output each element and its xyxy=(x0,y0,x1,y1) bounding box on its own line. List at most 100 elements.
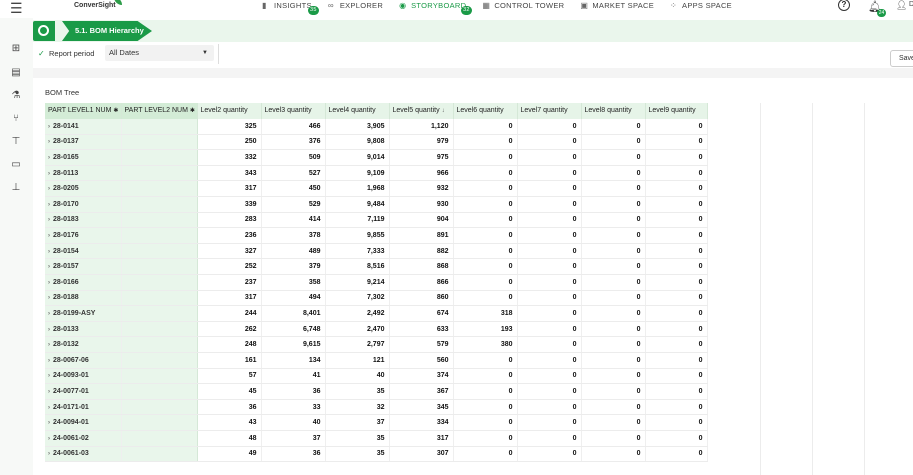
caret-down-icon: ▼ xyxy=(202,50,208,56)
expand-chevron-icon[interactable]: › xyxy=(48,389,50,395)
table-row[interactable]: › 24-0061-02 48 37 35 317 0 0 0 0 xyxy=(45,430,708,447)
expand-chevron-icon[interactable]: › xyxy=(48,155,50,161)
table-row[interactable]: › 28-0137 250 376 9,808 979 0 0 0 0 xyxy=(45,134,708,151)
table-row[interactable]: › 28-0132 248 9,615 2,797 579 380 0 0 0 xyxy=(45,336,708,353)
menu-icon[interactable]: ☰ xyxy=(10,1,23,15)
column-header-part-level2[interactable]: PART LEVEL2 NUM ✱ xyxy=(121,103,198,119)
table-row[interactable]: › 28-0141 325 466 3,905 1,120 0 0 0 0 xyxy=(45,118,708,135)
table-row[interactable]: › 28-0157 252 379 8,516 868 0 0 0 0 xyxy=(45,258,708,276)
part-level1-value: 24-0061-02 xyxy=(53,434,89,442)
expand-chevron-icon[interactable]: › xyxy=(48,373,50,379)
nav-storyboard[interactable]: ◉ STORYBOARD 32 xyxy=(399,0,472,15)
sort-down-icon[interactable]: ↓ xyxy=(442,108,445,114)
gear-icon[interactable]: ✱ xyxy=(113,108,118,114)
column-header-level9-quantity[interactable]: Level9 quantity xyxy=(645,103,708,119)
expand-chevron-icon[interactable]: › xyxy=(48,295,50,301)
column-header-level6-quantity[interactable]: Level6 quantity xyxy=(453,103,518,119)
quantity-cell: 379 xyxy=(261,258,326,276)
nav-insights[interactable]: ▮ INSIGHTS 35 xyxy=(262,0,319,15)
nav-market-space[interactable]: ▣ MARKET SPACE xyxy=(580,0,654,10)
expand-chevron-icon[interactable]: › xyxy=(48,451,50,457)
part-level1-value: 24-0094-01 xyxy=(53,419,89,427)
expand-chevron-icon[interactable]: › xyxy=(48,202,50,208)
quantity-cell: 0 xyxy=(517,446,582,463)
quantity-cell: 560 xyxy=(389,352,454,369)
expand-chevron-icon[interactable]: › xyxy=(48,249,50,255)
table-row[interactable]: › 28-0170 339 529 9,484 930 0 0 0 0 xyxy=(45,196,708,213)
help-icon[interactable]: ? xyxy=(838,0,850,11)
grid-line xyxy=(760,103,761,475)
monitor-icon[interactable]: ▭ xyxy=(10,159,22,171)
table-row[interactable]: › 28-0067-06 161 134 121 560 0 0 0 0 xyxy=(45,352,708,369)
brand-logo[interactable]: ConverSight xyxy=(74,0,122,9)
quantity-cell: 0 xyxy=(645,399,708,416)
expand-chevron-icon[interactable]: › xyxy=(48,342,50,348)
column-header-level7-quantity[interactable]: Level7 quantity xyxy=(517,103,582,119)
expand-chevron-icon[interactable]: › xyxy=(48,186,50,192)
column-header-level2-quantity[interactable]: Level2 quantity xyxy=(197,103,262,119)
table-row[interactable]: › 28-0188 317 494 7,302 860 0 0 0 0 xyxy=(45,290,708,307)
part-level1-cell: › 28-0165 xyxy=(45,149,122,166)
quantity-cell: 43 xyxy=(197,414,262,431)
part-level2-cell xyxy=(121,414,198,431)
org-chart-icon[interactable]: ⊥ xyxy=(10,182,22,194)
table-row[interactable]: › 28-0165 332 509 9,014 975 0 0 0 0 xyxy=(45,149,708,166)
table-row[interactable]: › 24-0077-01 45 36 35 367 0 0 0 0 xyxy=(45,383,708,400)
table-row[interactable]: › 24-0093-01 57 41 40 374 0 0 0 0 xyxy=(45,368,708,385)
gear-icon[interactable]: ✱ xyxy=(190,108,195,114)
expand-chevron-icon[interactable]: › xyxy=(48,171,50,177)
column-header-level5-quantity[interactable]: Level5 quantity ↓ xyxy=(389,103,454,119)
table-row[interactable]: › 28-0113 343 527 9,109 966 0 0 0 0 xyxy=(45,165,708,182)
hierarchy-icon[interactable]: ⊤ xyxy=(10,136,22,148)
column-header-level3-quantity[interactable]: Level3 quantity xyxy=(261,103,326,119)
expand-chevron-icon[interactable]: › xyxy=(48,436,50,442)
nav-control-tower[interactable]: ▦ CONTROL TOWER xyxy=(482,0,564,10)
expand-chevron-icon[interactable]: › xyxy=(48,139,50,145)
user-icon[interactable]: 👤︎ xyxy=(896,0,907,11)
story-tab[interactable]: 5.1. BOM Hierarchy xyxy=(62,21,152,41)
expand-chevron-icon[interactable]: › xyxy=(48,217,50,223)
table-row[interactable]: › 24-0171-01 36 33 32 345 0 0 0 0 xyxy=(45,399,708,416)
nav-apps-space[interactable]: ⁘ APPS SPACE xyxy=(670,0,732,10)
report-period-select[interactable]: All Dates ▼ xyxy=(105,45,214,61)
flask-icon[interactable]: ⚗ xyxy=(10,90,22,102)
part-level1-cell: › 24-0077-01 xyxy=(45,383,122,400)
table-header-row: PART LEVEL1 NUM ✱ PART LEVEL2 NUM ✱ Level2… xyxy=(45,103,708,119)
column-header-level8-quantity[interactable]: Level8 quantity xyxy=(581,103,646,119)
check-icon[interactable]: ✓ xyxy=(38,49,45,58)
expand-chevron-icon[interactable]: › xyxy=(48,405,50,411)
part-level1-cell: › 28-0176 xyxy=(45,227,122,244)
column-header-part-level1[interactable]: PART LEVEL1 NUM ✱ xyxy=(45,103,122,119)
part-level1-cell: › 28-0141 xyxy=(45,118,122,135)
expand-chevron-icon[interactable]: › xyxy=(48,264,50,270)
column-header-level4-quantity[interactable]: Level4 quantity xyxy=(325,103,390,119)
expand-chevron-icon[interactable]: › xyxy=(48,124,50,130)
expand-chevron-icon[interactable]: › xyxy=(48,233,50,239)
expand-chevron-icon[interactable]: › xyxy=(48,358,50,364)
report-icon[interactable]: ▤ xyxy=(10,67,22,79)
quantity-cell: 0 xyxy=(581,134,646,151)
expand-chevron-icon[interactable]: › xyxy=(48,280,50,286)
nav-explorer[interactable]: ∞ EXPLORER xyxy=(328,0,383,10)
save-button[interactable]: Save xyxy=(890,50,913,67)
dashboard-icon[interactable]: ⊞ xyxy=(10,43,22,55)
table-row[interactable]: › 28-0166 237 358 9,214 866 0 0 0 0 xyxy=(45,274,708,291)
table-row[interactable]: › 28-0183 283 414 7,119 904 0 0 0 0 xyxy=(45,212,708,229)
table-row[interactable]: › 28-0154 327 489 7,333 882 0 0 0 0 xyxy=(45,243,708,260)
quantity-cell: 0 xyxy=(517,399,582,416)
expand-chevron-icon[interactable]: › xyxy=(48,327,50,333)
user-initial[interactable]: D xyxy=(909,1,913,8)
expand-chevron-icon[interactable]: › xyxy=(48,420,50,426)
table-row[interactable]: › 24-0061-03 49 36 35 307 0 0 0 0 xyxy=(45,446,708,463)
part-level1-value: 24-0093-01 xyxy=(53,372,89,380)
table-row[interactable]: › 28-0199-ASY 244 8,401 2,492 674 318 0 0 0 xyxy=(45,305,708,322)
table-row[interactable]: › 28-0133 262 6,748 2,470 633 193 0 0 0 xyxy=(45,321,708,338)
quantity-cell: 37 xyxy=(325,414,390,431)
quantity-cell: 0 xyxy=(517,368,582,385)
expand-chevron-icon[interactable]: › xyxy=(48,311,50,317)
story-home-button[interactable] xyxy=(33,21,55,41)
table-row[interactable]: › 24-0094-01 43 40 37 334 0 0 0 0 xyxy=(45,414,708,431)
table-row[interactable]: › 28-0176 236 378 9,855 891 0 0 0 0 xyxy=(45,227,708,244)
branch-icon[interactable]: ⑂ xyxy=(10,113,22,125)
table-row[interactable]: › 28-0205 317 450 1,968 932 0 0 0 0 xyxy=(45,180,708,198)
